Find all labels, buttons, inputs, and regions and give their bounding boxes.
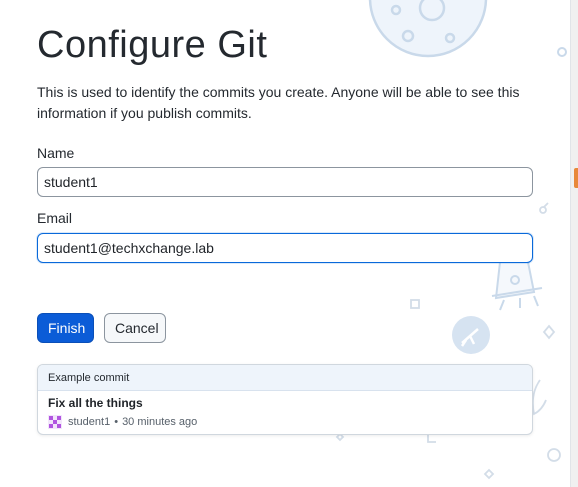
commit-time: 30 minutes ago	[122, 416, 198, 428]
telescope-icon	[452, 316, 490, 354]
window-edge	[570, 0, 578, 487]
avatar-identicon	[48, 415, 62, 429]
commit-summary: Fix all the things	[48, 396, 143, 410]
name-label: Name	[37, 145, 75, 161]
commit-author: student1	[68, 416, 111, 428]
commit-meta: student1 • 30 minutes ago	[48, 415, 197, 429]
example-commit-header: Example commit	[38, 365, 532, 391]
intro-text: This is used to identify the commits you…	[37, 84, 520, 121]
sparkle-icon	[542, 324, 556, 340]
name-field[interactable]	[37, 167, 533, 197]
rocket-illustration	[491, 255, 543, 311]
meta-separator: •	[114, 416, 119, 428]
email-field[interactable]	[37, 233, 533, 263]
moon-illustration	[368, 0, 488, 58]
cancel-button[interactable]: Cancel	[104, 313, 166, 343]
page-title: Configure Git	[37, 24, 268, 66]
finish-button[interactable]: Finish	[37, 313, 94, 343]
example-commit-card: Example commit Fix all the things studen…	[37, 364, 533, 435]
email-label: Email	[37, 210, 73, 226]
edge-marker	[574, 168, 578, 188]
